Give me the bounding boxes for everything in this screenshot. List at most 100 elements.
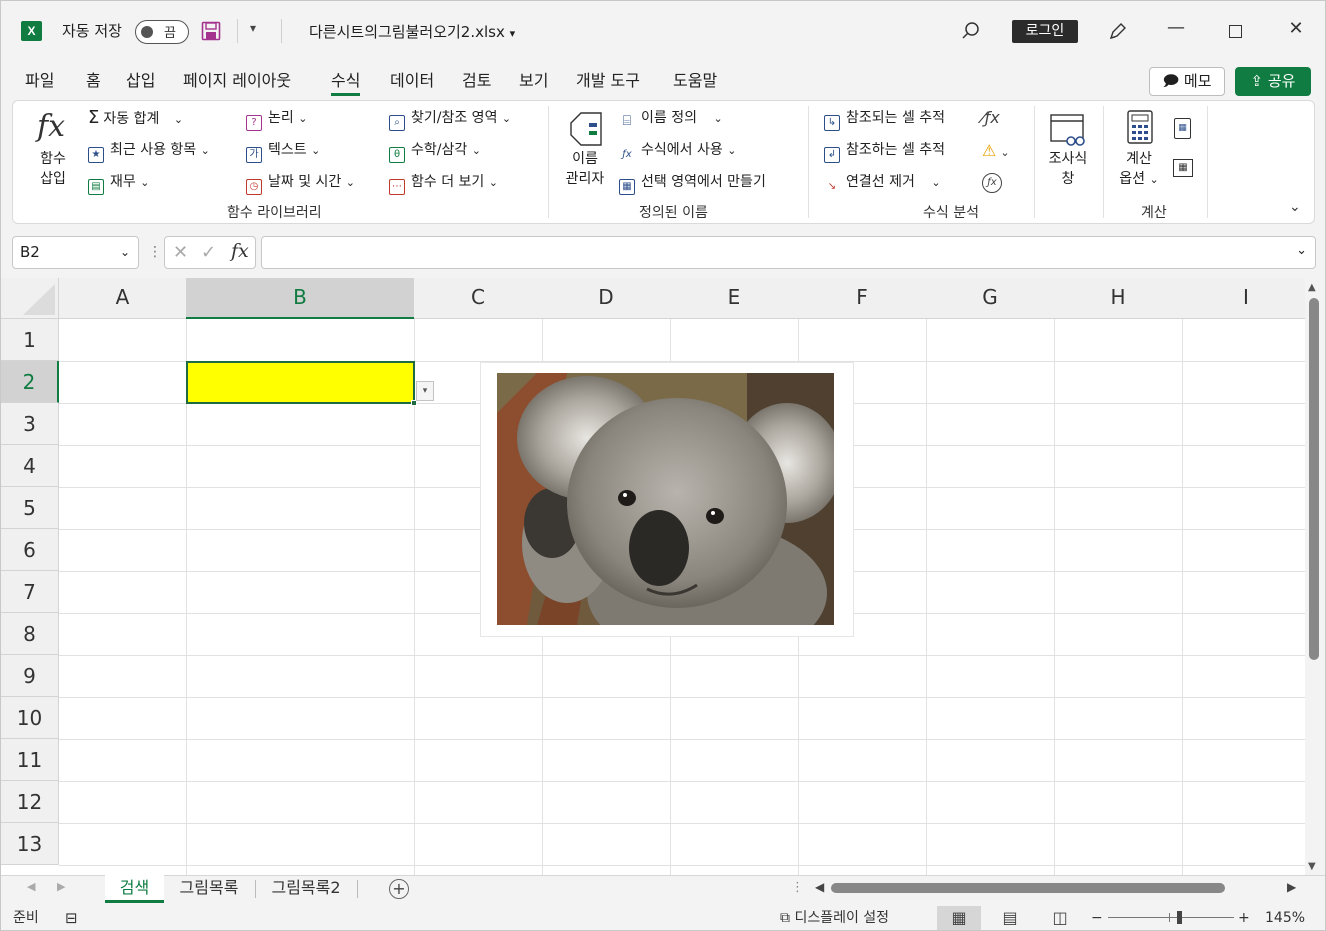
column-header-b[interactable]: B bbox=[186, 278, 415, 319]
column-header-a[interactable]: A bbox=[59, 278, 187, 319]
zoom-slider-thumb[interactable] bbox=[1177, 911, 1182, 924]
define-name-button[interactable]: ⌸ 이름 정의 ⌄ bbox=[619, 109, 723, 130]
memo-button[interactable]: 🗩 메모 bbox=[1149, 67, 1225, 96]
scroll-right-icon[interactable]: ▶ bbox=[1287, 880, 1296, 894]
zoom-level[interactable]: 145% bbox=[1265, 904, 1305, 930]
formula-input[interactable]: ⌄ bbox=[261, 236, 1316, 269]
worksheet-grid[interactable]: A B C D E F G H I 1 2 3 4 5 6 7 8 9 10 1… bbox=[1, 278, 1305, 875]
formula-bar-grip-icon[interactable]: ⋮ bbox=[148, 244, 162, 260]
row-header-8[interactable]: 8 bbox=[1, 613, 59, 655]
tab-developer[interactable]: 개발 도구 bbox=[576, 70, 640, 92]
share-button[interactable]: ⇪ 공유 bbox=[1235, 67, 1311, 96]
expand-formula-bar-icon[interactable]: ⌄ bbox=[1296, 243, 1307, 258]
sheet-tab-picture-list-2[interactable]: 그림목록2 bbox=[261, 875, 351, 903]
trace-precedents-button[interactable]: ↳ 참조되는 셀 추적 bbox=[824, 109, 945, 131]
calc-options-button[interactable]: 계산 옵션 ⌄ bbox=[1113, 149, 1165, 190]
tab-help[interactable]: 도움말 bbox=[673, 70, 717, 92]
login-button[interactable]: 로그인 bbox=[1012, 20, 1078, 43]
create-from-selection-button[interactable]: ▦ 선택 영역에서 만들기 bbox=[619, 173, 766, 195]
row-header-6[interactable]: 6 bbox=[1, 529, 59, 571]
name-box[interactable]: B2 ⌄ bbox=[12, 236, 139, 269]
remove-arrows-button[interactable]: ↘ 연결선 제거 ⌄ bbox=[824, 173, 941, 196]
calculate-now-icon[interactable]: ▦ bbox=[1174, 118, 1191, 139]
row-header-5[interactable]: 5 bbox=[1, 487, 59, 529]
tab-home[interactable]: 홈 bbox=[86, 70, 101, 92]
next-sheet-icon[interactable]: ▶ bbox=[57, 880, 65, 893]
minimize-button[interactable]: — bbox=[1153, 17, 1199, 38]
autosum-button[interactable]: Σ 자동 합계 ⌄ bbox=[88, 109, 183, 129]
insert-function-button[interactable]: 함수 삽입 bbox=[31, 149, 75, 189]
tab-insert[interactable]: 삽입 bbox=[126, 70, 155, 92]
picture-frame[interactable] bbox=[480, 362, 854, 637]
close-button[interactable]: ✕ bbox=[1273, 18, 1319, 39]
add-sheet-icon[interactable]: + bbox=[389, 879, 409, 899]
column-header-i[interactable]: I bbox=[1182, 278, 1305, 319]
show-formulas-icon[interactable]: ⁄ƒx bbox=[982, 108, 1000, 127]
row-header-12[interactable]: 12 bbox=[1, 781, 59, 823]
enter-check-icon[interactable]: ✓ bbox=[201, 242, 216, 263]
error-checking-icon[interactable]: ⚠ ⌄ bbox=[982, 141, 1010, 160]
horizontal-scroll-thumb[interactable] bbox=[831, 883, 1225, 893]
tab-view[interactable]: 보기 bbox=[519, 70, 548, 92]
tab-review[interactable]: 검토 bbox=[462, 70, 491, 92]
sheet-tab-picture-list[interactable]: 그림목록 bbox=[168, 875, 250, 903]
column-header-f[interactable]: F bbox=[798, 278, 927, 319]
column-header-g[interactable]: G bbox=[926, 278, 1055, 319]
datetime-button[interactable]: ◷ 날짜 및 시간 ⌄ bbox=[246, 173, 355, 195]
save-icon[interactable] bbox=[201, 21, 221, 41]
row-header-9[interactable]: 9 bbox=[1, 655, 59, 697]
designer-pen-icon[interactable] bbox=[1107, 20, 1129, 46]
lookup-button[interactable]: ⌕ 찾기/참조 영역 ⌄ bbox=[389, 109, 511, 131]
calculate-sheet-icon[interactable]: ▦ bbox=[1173, 159, 1193, 177]
normal-view-button[interactable]: ▦ bbox=[937, 906, 981, 930]
column-header-e[interactable]: E bbox=[670, 278, 799, 319]
prev-sheet-icon[interactable]: ◀ bbox=[27, 880, 35, 893]
splitter-grip-icon[interactable]: ⋮ bbox=[791, 880, 804, 895]
row-header-2[interactable]: 2 bbox=[1, 361, 59, 403]
scroll-down-icon[interactable]: ▼ bbox=[1308, 861, 1316, 872]
search-icon[interactable] bbox=[961, 21, 981, 45]
math-trig-button[interactable]: θ 수학/삼각 ⌄ bbox=[389, 141, 481, 163]
watch-window-button[interactable]: 조사식 창 bbox=[1041, 149, 1095, 189]
data-validation-dropdown-button[interactable]: ▾ bbox=[416, 381, 434, 401]
row-header-10[interactable]: 10 bbox=[1, 697, 59, 739]
more-functions-button[interactable]: ⋯ 함수 더 보기 ⌄ bbox=[389, 173, 498, 195]
maximize-button[interactable] bbox=[1229, 25, 1242, 38]
column-header-d[interactable]: D bbox=[542, 278, 671, 319]
insert-function-fx-icon[interactable]: fx bbox=[231, 240, 249, 262]
display-settings-button[interactable]: ⧉ 디스플레이 설정 bbox=[780, 904, 889, 930]
row-header-11[interactable]: 11 bbox=[1, 739, 59, 781]
scroll-up-icon[interactable]: ▲ bbox=[1308, 282, 1316, 293]
row-header-7[interactable]: 7 bbox=[1, 571, 59, 613]
page-break-view-button[interactable]: ◫ bbox=[1038, 906, 1082, 930]
page-layout-view-button[interactable]: ▤ bbox=[988, 906, 1032, 930]
file-name[interactable]: 다른시트의그림불러오기2.xlsx ▾ bbox=[309, 22, 515, 44]
tab-formulas[interactable]: 수식 bbox=[331, 70, 361, 96]
name-manager-button[interactable]: 이름 관리자 bbox=[561, 149, 609, 189]
logical-button[interactable]: ? 논리 ⌄ bbox=[246, 109, 307, 131]
tab-page-layout[interactable]: 페이지 레이아웃 bbox=[183, 70, 291, 92]
cell-b2-selected[interactable] bbox=[186, 361, 415, 404]
vertical-scroll-thumb[interactable] bbox=[1309, 298, 1319, 660]
recent-functions-button[interactable]: ★ 최근 사용 항목 ⌄ bbox=[88, 141, 210, 163]
tab-file[interactable]: 파일 bbox=[25, 70, 54, 92]
zoom-slider-track[interactable] bbox=[1108, 917, 1234, 918]
customize-qat-chevron-icon[interactable]: ▾ bbox=[250, 21, 256, 35]
sheet-tab-search[interactable]: 검색 bbox=[105, 875, 164, 903]
row-header-4[interactable]: 4 bbox=[1, 445, 59, 487]
column-header-c[interactable]: C bbox=[414, 278, 543, 319]
collapse-ribbon-icon[interactable]: ⌄ bbox=[1289, 199, 1301, 215]
autosave-toggle[interactable]: 끔 bbox=[135, 20, 189, 44]
scroll-left-icon[interactable]: ◀ bbox=[815, 880, 824, 894]
zoom-in-icon[interactable]: + bbox=[1238, 904, 1250, 930]
tab-data[interactable]: 데이터 bbox=[390, 70, 434, 92]
select-all-corner[interactable] bbox=[1, 278, 59, 319]
column-header-h[interactable]: H bbox=[1054, 278, 1183, 319]
trace-dependents-button[interactable]: ↲ 참조하는 셀 추적 bbox=[824, 141, 945, 163]
row-header-13[interactable]: 13 bbox=[1, 823, 59, 865]
macro-record-icon[interactable]: ⊟ bbox=[65, 904, 78, 930]
text-button[interactable]: 가 텍스트 ⌄ bbox=[246, 141, 320, 163]
cancel-icon[interactable]: ✕ bbox=[173, 242, 188, 263]
use-in-formula-button[interactable]: ƒx 수식에서 사용 ⌄ bbox=[619, 141, 736, 164]
financial-button[interactable]: ▤ 재무 ⌄ bbox=[88, 173, 149, 195]
